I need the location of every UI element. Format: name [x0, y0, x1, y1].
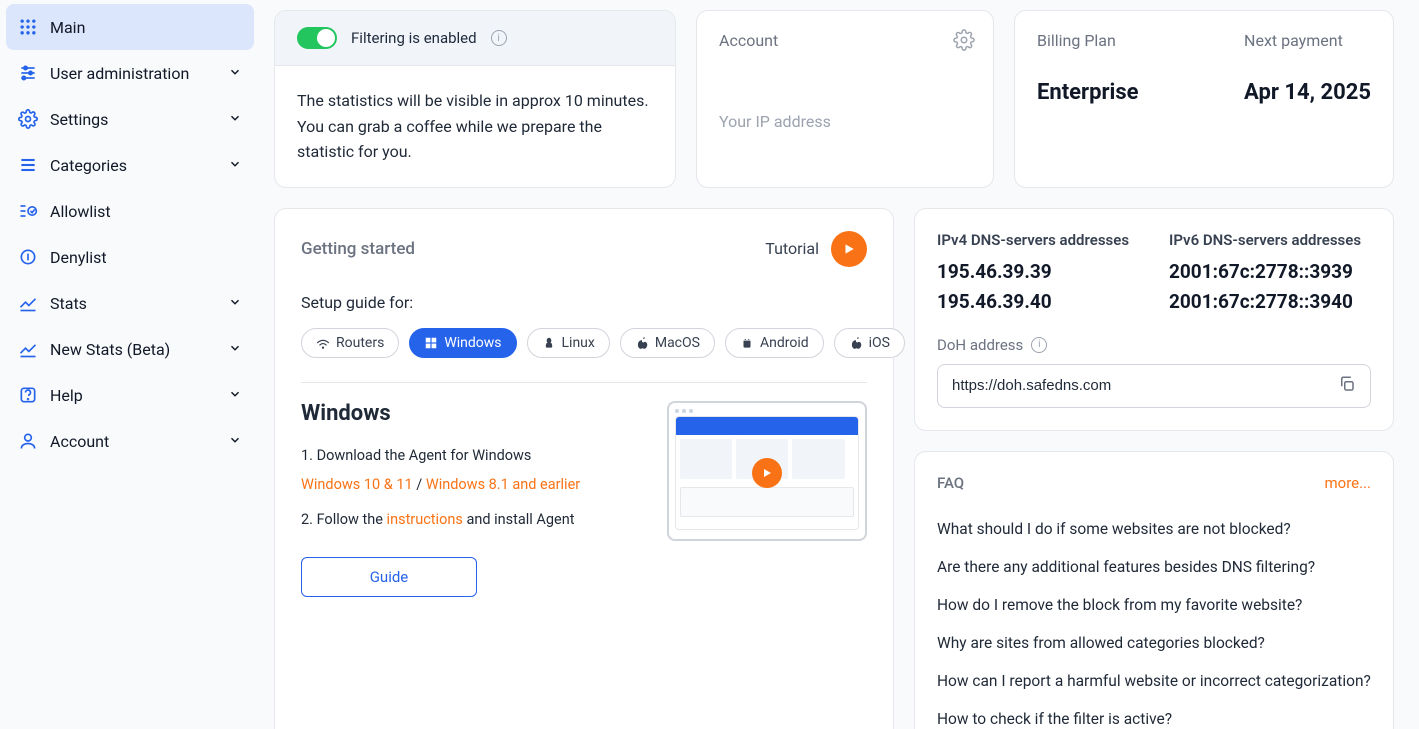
- sidebar-item-label: Stats: [50, 294, 87, 313]
- platform-heading: Windows: [301, 401, 637, 426]
- sidebar-item-label: Denylist: [50, 248, 107, 267]
- copy-icon[interactable]: [1338, 375, 1356, 397]
- next-payment-label: Next payment: [1244, 31, 1371, 50]
- step-1: 1. Download the Agent for Windows: [301, 444, 637, 467]
- chevron-down-icon: [228, 432, 242, 451]
- faq-item[interactable]: How do I remove the block from my favori…: [937, 586, 1371, 624]
- sidebar-item-settings[interactable]: Settings: [6, 96, 254, 142]
- faq-item[interactable]: Why are sites from allowed categories bl…: [937, 624, 1371, 662]
- sidebar-item-user-administration[interactable]: User administration: [6, 50, 254, 96]
- faq-item[interactable]: How to check if the filter is active?: [937, 700, 1371, 729]
- tutorial-thumbnail[interactable]: [667, 401, 867, 541]
- platform-macos[interactable]: MacOS: [620, 328, 715, 358]
- faq-more-link[interactable]: more...: [1325, 474, 1371, 492]
- sidebar-item-denylist[interactable]: Denylist: [6, 234, 254, 280]
- chevron-down-icon: [228, 386, 242, 405]
- next-payment-value: Apr 14, 2025: [1244, 80, 1371, 105]
- chevron-down-icon: [228, 64, 242, 83]
- tutorial-label: Tutorial: [765, 239, 819, 258]
- ipv6-address-1: 2001:67c:2778::3939: [1169, 257, 1371, 287]
- info-icon[interactable]: i: [491, 30, 507, 46]
- sidebar-item-label: Help: [50, 386, 83, 405]
- sidebar-item-account[interactable]: Account: [6, 418, 254, 464]
- faq-item[interactable]: What should I do if some websites are no…: [937, 510, 1371, 548]
- sidebar-item-label: Settings: [50, 110, 108, 129]
- ipv6-address-2: 2001:67c:2778::3940: [1169, 287, 1371, 317]
- billing-card: Billing Plan Enterprise Next payment Apr…: [1014, 10, 1394, 188]
- ipv4-address-2: 195.46.39.40: [937, 287, 1139, 317]
- ipv4-address-1: 195.46.39.39: [937, 257, 1139, 287]
- main-content: Filtering is enabled i The statistics wi…: [260, 0, 1419, 729]
- gear-icon[interactable]: [953, 29, 975, 55]
- getting-started-title: Getting started: [301, 239, 415, 259]
- sliders-icon: [18, 63, 38, 83]
- sidebar-item-label: New Stats (Beta): [50, 340, 170, 359]
- sidebar-item-main[interactable]: Main: [6, 4, 254, 50]
- sidebar-item-help[interactable]: Help: [6, 372, 254, 418]
- ip-address-label: Your IP address: [719, 112, 971, 131]
- sidebar-item-label: Account: [50, 432, 109, 451]
- sidebar-item-label: User administration: [50, 64, 189, 83]
- link-instructions[interactable]: instructions: [387, 511, 463, 528]
- link-windows-10-11[interactable]: Windows 10 & 11: [301, 476, 413, 493]
- platform-ios[interactable]: iOS: [834, 328, 905, 358]
- chevron-down-icon: [228, 110, 242, 129]
- help-icon: [18, 385, 38, 405]
- chevron-down-icon: [228, 156, 242, 175]
- faq-item[interactable]: How can I report a harmful website or in…: [937, 662, 1371, 700]
- user-icon: [18, 431, 38, 451]
- account-title: Account: [719, 31, 971, 50]
- setup-guide-label: Setup guide for:: [301, 293, 867, 312]
- account-card: Account Your IP address: [696, 10, 994, 188]
- link-windows-8[interactable]: Windows 8.1 and earlier: [426, 476, 580, 493]
- grid-icon: [18, 17, 38, 37]
- faq-card: FAQ more... What should I do if some web…: [914, 451, 1394, 729]
- sidebar-item-categories[interactable]: Categories: [6, 142, 254, 188]
- chart-icon: [18, 339, 38, 359]
- sidebar-item-label: Main: [50, 18, 85, 37]
- doh-input-wrapper: [937, 364, 1371, 408]
- info-icon[interactable]: i: [1031, 337, 1047, 353]
- platform-android[interactable]: Android: [725, 328, 824, 358]
- gear-icon: [18, 109, 38, 129]
- platform-linux[interactable]: Linux: [527, 328, 610, 358]
- sidebar-item-label: Allowlist: [50, 202, 111, 221]
- sidebar-item-new-stats[interactable]: New Stats (Beta): [6, 326, 254, 372]
- faq-item[interactable]: Are there any additional features beside…: [937, 548, 1371, 586]
- doh-label: DoH addressi: [937, 336, 1371, 354]
- guide-button[interactable]: Guide: [301, 557, 477, 597]
- play-icon: [752, 458, 782, 488]
- platform-routers[interactable]: Routers: [301, 328, 399, 358]
- chart-icon: [18, 293, 38, 313]
- tutorial-play-button[interactable]: [831, 231, 867, 267]
- step-2: 2. Follow the instructions and install A…: [301, 508, 637, 531]
- download-links: Windows 10 & 11 / Windows 8.1 and earlie…: [301, 473, 637, 496]
- platform-windows[interactable]: Windows: [409, 328, 516, 358]
- filtering-label: Filtering is enabled: [351, 29, 477, 47]
- filtering-body: The statistics will be visible in approx…: [275, 66, 675, 187]
- denylist-icon: [18, 247, 38, 267]
- sidebar-item-allowlist[interactable]: Allowlist: [6, 188, 254, 234]
- faq-title: FAQ: [937, 474, 964, 492]
- chevron-down-icon: [228, 340, 242, 359]
- dns-card: IPv4 DNS-servers addresses 195.46.39.39 …: [914, 208, 1394, 431]
- billing-plan-value: Enterprise: [1037, 80, 1139, 105]
- filtering-card: Filtering is enabled i The statistics wi…: [274, 10, 676, 188]
- sidebar-item-label: Categories: [50, 156, 127, 175]
- sidebar: Main User administration Settings Catego…: [0, 0, 260, 729]
- sidebar-item-stats[interactable]: Stats: [6, 280, 254, 326]
- ipv4-label: IPv4 DNS-servers addresses: [937, 231, 1139, 249]
- ipv6-label: IPv6 DNS-servers addresses: [1169, 231, 1371, 249]
- chevron-down-icon: [228, 294, 242, 313]
- divider: [301, 382, 867, 383]
- list-icon: [18, 155, 38, 175]
- filtering-toggle[interactable]: [297, 27, 337, 49]
- billing-plan-label: Billing Plan: [1037, 31, 1139, 50]
- getting-started-card: Getting started Tutorial Setup guide for…: [274, 208, 894, 729]
- allowlist-icon: [18, 201, 38, 221]
- doh-address-input[interactable]: [952, 377, 1338, 394]
